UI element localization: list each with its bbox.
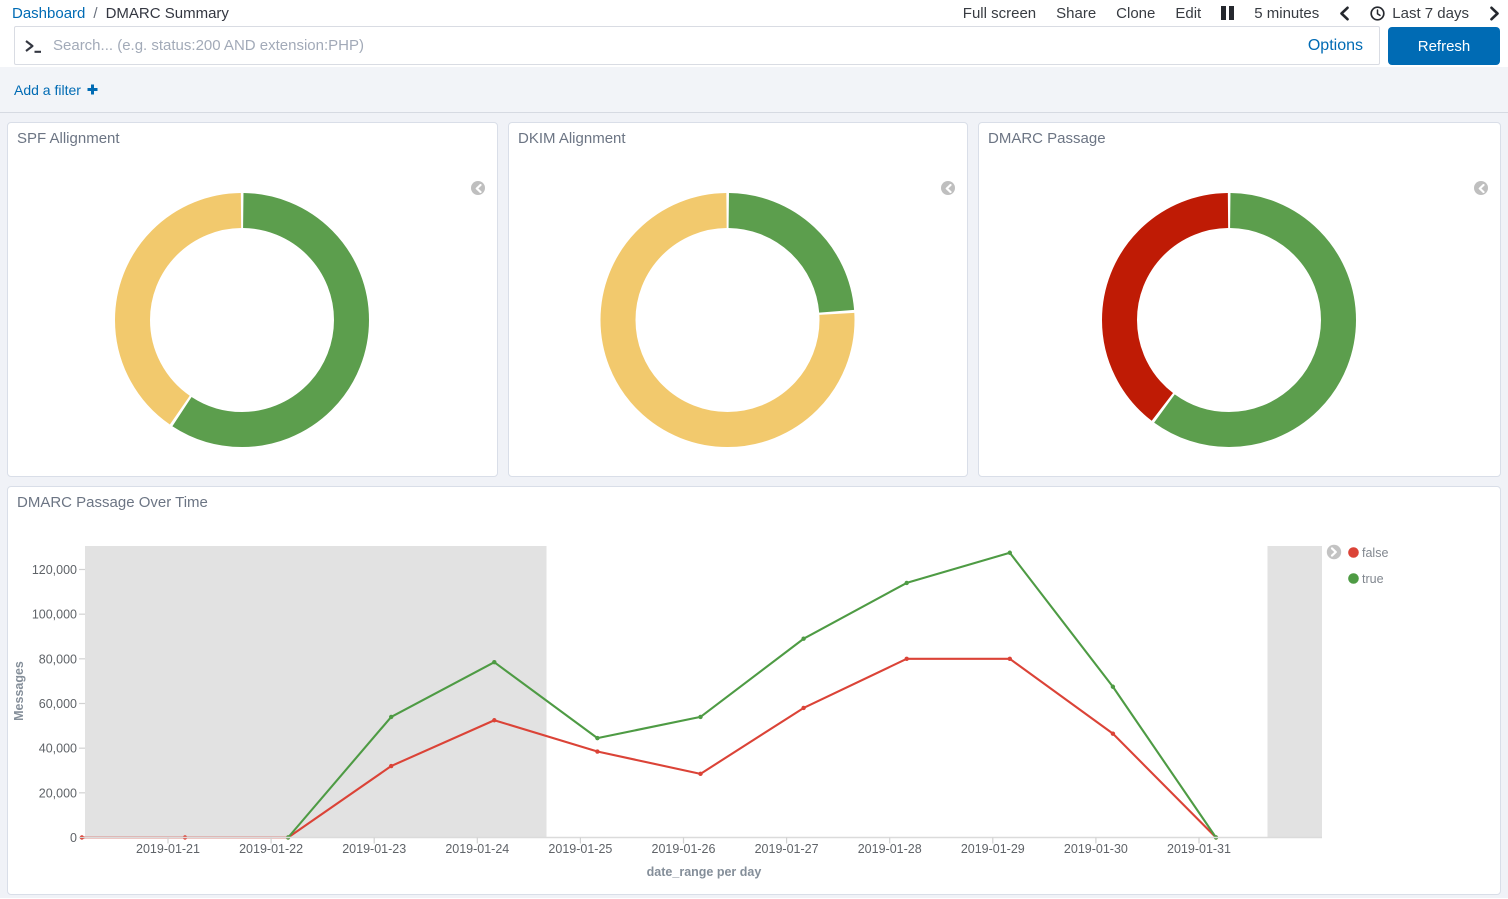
menu-item-share[interactable]: Share bbox=[1056, 5, 1096, 22]
time-forward-button[interactable] bbox=[1489, 6, 1500, 21]
svg-text:2019-01-21: 2019-01-21 bbox=[136, 842, 200, 856]
spf-donut-chart bbox=[8, 123, 497, 476]
svg-text:2019-01-25: 2019-01-25 bbox=[548, 842, 612, 856]
clock-icon bbox=[1370, 6, 1385, 21]
svg-text:2019-01-26: 2019-01-26 bbox=[652, 842, 716, 856]
svg-text:2019-01-28: 2019-01-28 bbox=[858, 842, 922, 856]
dashboard-grid: SPF Allignment DKIM Alignment DMARC Pass… bbox=[0, 113, 1508, 898]
time-range-picker[interactable]: Last 7 days bbox=[1370, 5, 1469, 22]
add-filter-label: Add a filter bbox=[14, 82, 81, 98]
panel-dmarc-passage-over-time: DMARC Passage Over Time 2019-01-212019-0… bbox=[7, 486, 1501, 895]
svg-text:2019-01-22: 2019-01-22 bbox=[239, 842, 303, 856]
chevron-left-icon bbox=[1339, 6, 1350, 21]
svg-text:0: 0 bbox=[70, 831, 77, 845]
svg-text:20,000: 20,000 bbox=[39, 786, 77, 800]
legend-toggle-icon[interactable] bbox=[941, 181, 955, 195]
console-prompt-icon bbox=[23, 37, 43, 55]
panel-dmarc-passage: DMARC Passage bbox=[978, 122, 1501, 477]
svg-text:2019-01-23: 2019-01-23 bbox=[342, 842, 406, 856]
svg-text:Messages: Messages bbox=[12, 661, 26, 721]
legend-toggle-icon[interactable] bbox=[1474, 181, 1488, 195]
menu-item-clone[interactable]: Clone bbox=[1116, 5, 1155, 22]
svg-text:120,000: 120,000 bbox=[32, 563, 77, 577]
dkim-donut-chart bbox=[509, 123, 967, 476]
menu-item-edit[interactable]: Edit bbox=[1175, 5, 1201, 22]
svg-text:2019-01-29: 2019-01-29 bbox=[961, 842, 1025, 856]
dmarc-donut-chart bbox=[979, 123, 1500, 476]
svg-text:40,000: 40,000 bbox=[39, 742, 77, 756]
svg-text:2019-01-24: 2019-01-24 bbox=[445, 842, 509, 856]
legend-toggle-icon[interactable] bbox=[471, 181, 485, 195]
add-filter-button[interactable]: Add a filter bbox=[14, 82, 99, 98]
menu-item-full-screen[interactable]: Full screen bbox=[963, 5, 1036, 22]
breadcrumb-link-dashboard[interactable]: Dashboard bbox=[12, 5, 85, 22]
pause-icon bbox=[1221, 6, 1234, 20]
refresh-button[interactable]: Refresh bbox=[1388, 27, 1500, 65]
time-range-label: Last 7 days bbox=[1392, 5, 1469, 22]
chevron-right-icon bbox=[1489, 6, 1500, 21]
panel-dkim-alignment: DKIM Alignment bbox=[508, 122, 968, 477]
svg-text:100,000: 100,000 bbox=[32, 608, 77, 622]
refresh-interval-label[interactable]: 5 minutes bbox=[1254, 5, 1319, 22]
plus-icon bbox=[86, 83, 99, 96]
svg-text:date_range per day: date_range per day bbox=[647, 865, 762, 879]
breadcrumb-separator: / bbox=[93, 5, 97, 22]
chart-legend: false true bbox=[1327, 545, 1389, 586]
search-box: Options bbox=[14, 26, 1380, 65]
top-menu: Full screen Share Clone Edit 5 minutes L… bbox=[963, 0, 1500, 26]
breadcrumb: Dashboard / DMARC Summary bbox=[12, 0, 229, 26]
svg-text:2019-01-27: 2019-01-27 bbox=[755, 842, 819, 856]
panel-spf-alignment: SPF Allignment bbox=[7, 122, 498, 477]
svg-text:2019-01-31: 2019-01-31 bbox=[1167, 842, 1231, 856]
svg-text:false: false bbox=[1362, 546, 1388, 560]
svg-text:60,000: 60,000 bbox=[39, 697, 77, 711]
breadcrumb-current: DMARC Summary bbox=[106, 5, 229, 22]
svg-text:80,000: 80,000 bbox=[39, 652, 77, 666]
query-bar: Options Refresh bbox=[0, 26, 1508, 67]
options-link[interactable]: Options bbox=[1308, 37, 1363, 55]
pause-refresh-button[interactable] bbox=[1221, 6, 1234, 20]
top-bar: Dashboard / DMARC Summary Full screen Sh… bbox=[0, 0, 1508, 26]
search-input[interactable] bbox=[53, 27, 1308, 64]
time-back-button[interactable] bbox=[1339, 6, 1350, 21]
passage-over-time-line-chart: 2019-01-21 2019-01-22 2019-01-23 2019-01-24… bbox=[8, 487, 1500, 894]
filter-bar: Add a filter bbox=[0, 67, 1508, 113]
svg-text:2019-01-30: 2019-01-30 bbox=[1064, 842, 1128, 856]
svg-text:true: true bbox=[1362, 572, 1384, 586]
